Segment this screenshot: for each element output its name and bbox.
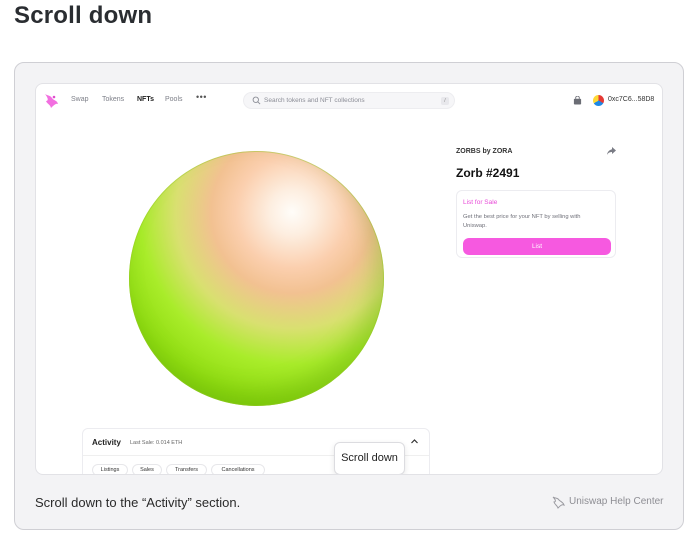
last-sale: Last Sale: 0.014 ETH bbox=[130, 440, 183, 446]
nav-pools[interactable]: Pools bbox=[165, 96, 183, 103]
collection-name[interactable]: ZORBS by ZORA bbox=[456, 148, 512, 155]
share-icon[interactable] bbox=[606, 146, 617, 156]
uniswap-unicorn-icon bbox=[552, 496, 565, 509]
activity-title: Activity bbox=[92, 438, 121, 447]
uniswap-logo-icon[interactable] bbox=[42, 91, 60, 111]
filter-listings[interactable]: Listings bbox=[92, 464, 128, 474]
nft-title: Zorb #2491 bbox=[456, 166, 520, 180]
app-screenshot: Swap Tokens NFTs Pools ••• Search tokens… bbox=[35, 83, 663, 475]
search-shortcut-key: / bbox=[441, 97, 449, 105]
tutorial-card: Swap Tokens NFTs Pools ••• Search tokens… bbox=[14, 62, 684, 530]
search-placeholder: Search tokens and NFT collections bbox=[264, 97, 365, 104]
filter-cancellations[interactable]: Cancellations bbox=[211, 464, 265, 474]
nft-image-rim bbox=[129, 151, 384, 406]
nav-tokens[interactable]: Tokens bbox=[102, 96, 124, 103]
search-icon bbox=[252, 96, 261, 105]
step-caption: Scroll down to the “Activity” section. bbox=[35, 495, 241, 510]
top-nav: Swap Tokens NFTs Pools ••• Search tokens… bbox=[36, 84, 662, 118]
wallet-address: 0xc7C6...58D8 bbox=[608, 96, 655, 103]
scroll-down-tooltip: Scroll down bbox=[334, 442, 405, 474]
wallet-avatar bbox=[593, 95, 604, 106]
list-button[interactable]: List bbox=[463, 238, 611, 255]
list-for-sale-panel: List for Sale Get the best price for you… bbox=[456, 190, 616, 258]
filter-transfers[interactable]: Transfers bbox=[166, 464, 207, 474]
help-center-label: Uniswap Help Center bbox=[569, 496, 664, 507]
nav-nfts[interactable]: NFTs bbox=[137, 96, 154, 103]
more-menu-button[interactable]: ••• bbox=[196, 92, 207, 102]
chevron-up-icon[interactable] bbox=[410, 437, 419, 446]
page-title: Scroll down bbox=[14, 2, 153, 29]
sale-heading: List for Sale bbox=[463, 199, 498, 206]
nav-swap[interactable]: Swap bbox=[71, 96, 89, 103]
search-input[interactable]: Search tokens and NFT collections / bbox=[243, 92, 455, 109]
bag-icon[interactable] bbox=[573, 96, 582, 105]
sale-description: Get the best price for your NFT by selli… bbox=[463, 214, 581, 229]
filter-sales[interactable]: Sales bbox=[132, 464, 162, 474]
